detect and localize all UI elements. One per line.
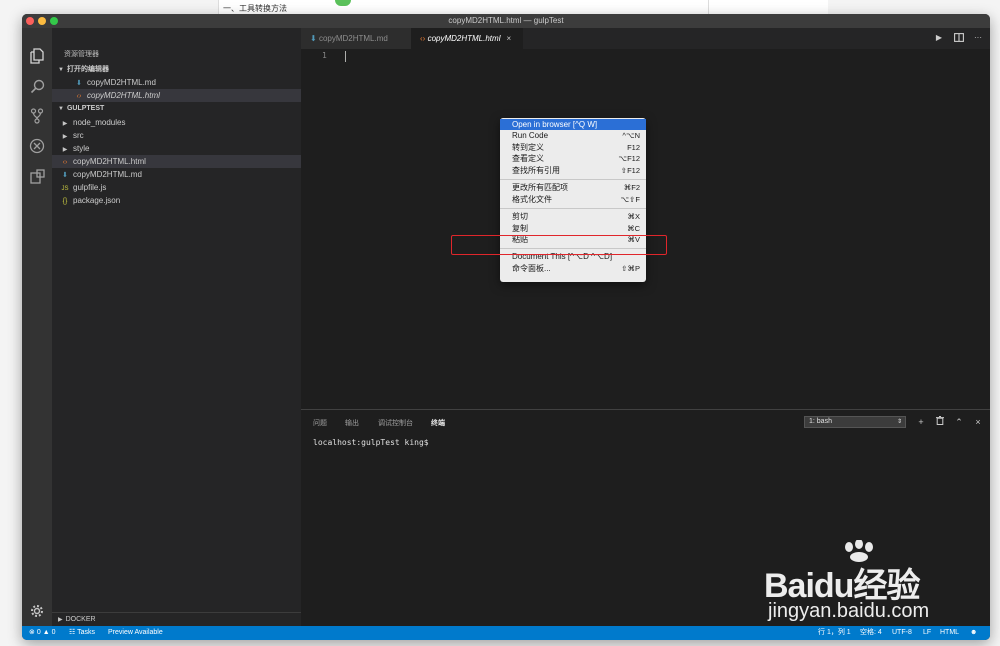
chevron-down-icon: ▼ [58, 67, 64, 73]
chevron-down-icon: ▼ [58, 106, 64, 112]
tree-folder-style[interactable]: ▶ style [52, 142, 301, 155]
more-actions-icon[interactable]: ··· [973, 33, 983, 43]
encoding-status[interactable]: UTF-8 [892, 626, 912, 640]
problems-status[interactable]: ⊗ 0 ▲ 0 [29, 626, 55, 640]
close-panel-icon[interactable]: × [973, 416, 983, 428]
tab-copymd2html-md[interactable]: ⬇ copyMD2HTML.md [301, 28, 411, 49]
feedback-smiley-icon[interactable]: ☻ [970, 626, 977, 640]
menu-item-format-document[interactable]: 格式化文件 ⌥⇧F [500, 194, 646, 205]
language-mode[interactable]: HTML [940, 626, 959, 640]
baidu-watermark: Baidu经验 jingyan.baidu.com [764, 538, 984, 628]
menu-item-run-code[interactable]: Run Code ^⌥N [500, 130, 646, 141]
run-icon[interactable]: ▶ [934, 33, 944, 43]
tab-problems[interactable]: 问题 [313, 418, 327, 428]
terminal-prompt[interactable]: localhost:gulpTest king$ [313, 438, 429, 447]
docker-section-header[interactable]: ▶ DOCKER [52, 612, 301, 626]
tree-file-gulpfile[interactable]: JS gulpfile.js [52, 181, 301, 194]
menu-item-copy[interactable]: 复制 ⌘C [500, 223, 646, 234]
background-document: 一、工具转换方法 [218, 0, 738, 14]
tree-file-md[interactable]: ⬇ copyMD2HTML.md [52, 168, 301, 181]
debug-icon[interactable] [29, 138, 45, 154]
split-editor-icon[interactable] [954, 33, 964, 43]
menu-item-change-all[interactable]: 更改所有匹配项 ⌘F2 [500, 182, 646, 193]
paste-highlight-annotation [451, 235, 667, 255]
text-cursor [345, 51, 346, 62]
git-icon[interactable] [29, 108, 45, 124]
tree-file-package-json[interactable]: {} package.json [52, 194, 301, 207]
tree-file-html[interactable]: ‹› copyMD2HTML.html [52, 155, 301, 168]
eol-status[interactable]: LF [923, 626, 931, 640]
search-icon[interactable] [29, 78, 45, 94]
tab-output[interactable]: 输出 [345, 418, 359, 428]
trash-icon[interactable] [935, 416, 945, 428]
tab-debug-console[interactable]: 调试控制台 [378, 418, 413, 428]
close-icon[interactable]: × [506, 34, 511, 43]
menu-item-command-palette[interactable]: 命令面板... ⇧⌘P [500, 263, 646, 274]
add-terminal-icon[interactable]: + [916, 416, 926, 428]
error-icon: ⊗ [29, 629, 35, 636]
watermark-url: jingyan.baidu.com [768, 600, 930, 622]
menu-separator [500, 178, 646, 180]
chevron-updown-icon: ⇕ [896, 419, 902, 425]
open-editor-item[interactable]: ‹› copyMD2HTML.html [52, 89, 301, 102]
background-badge [335, 0, 351, 6]
menu-item-go-to-definition[interactable]: 转到定义 F12 [500, 142, 646, 153]
md-file-icon: ⬇ [310, 34, 319, 43]
warning-icon: ▲ [42, 629, 50, 636]
files-icon[interactable] [29, 48, 45, 64]
explorer-sidebar: 资源管理器 ▼ 打开的编辑器 ⬇ copyMD2HTML.md ‹› copyMD2H… [52, 28, 301, 626]
title-bar: copyMD2HTML.html — gulpTest [22, 14, 990, 28]
menu-item-find-references[interactable]: 查找所有引用 ⇧F12 [500, 165, 646, 176]
background-doc-text: 一、工具转换方法 [223, 4, 287, 13]
terminal-select[interactable]: 1: bash ⇕ [804, 416, 906, 428]
tree-folder-src[interactable]: ▶ src [52, 129, 301, 142]
project-header[interactable]: ▼ GULPTEST [52, 103, 301, 115]
indentation-status[interactable]: 空格: 4 [860, 626, 882, 640]
open-editors-header[interactable]: ▼ 打开的编辑器 [52, 64, 301, 76]
json-file-icon: {} [62, 198, 68, 205]
background-panel [708, 0, 828, 14]
preview-status[interactable]: Preview Available [108, 626, 163, 640]
menu-separator [500, 207, 646, 209]
window-title: copyMD2HTML.html — gulpTest [448, 16, 564, 25]
html-file-icon: ‹› [76, 93, 82, 100]
menu-item-cut[interactable]: 剪切 ⌘X [500, 211, 646, 222]
context-menu: Open in browser [^Q W] Run Code ^⌥N 转到定义 F… [500, 118, 646, 282]
activity-bar [22, 28, 52, 626]
editor-tabs: ⬇ copyMD2HTML.md ‹› copyMD2HTML.html × ▶ … [301, 28, 990, 49]
menu-item-open-in-browser[interactable]: Open in browser [^Q W] [500, 119, 646, 131]
html-file-icon: ‹› [420, 34, 428, 43]
chevron-up-icon[interactable]: ⌃ [954, 416, 964, 428]
extensions-icon[interactable] [29, 168, 45, 184]
menu-item-peek-definition[interactable]: 查看定义 ⌥F12 [500, 153, 646, 164]
open-editor-item[interactable]: ⬇ copyMD2HTML.md [52, 76, 301, 89]
tasks-status[interactable]: ☷ Tasks [69, 626, 95, 640]
cursor-position[interactable]: 行 1，列 1 [818, 626, 851, 640]
line-number: 1 [322, 51, 327, 60]
tree-folder-node-modules[interactable]: ▶ node_modules [52, 116, 301, 129]
explorer-title: 资源管理器 [64, 51, 99, 58]
tab-terminal[interactable]: 终端 [431, 418, 445, 428]
gear-icon[interactable] [29, 603, 45, 619]
tasks-icon: ☷ [69, 629, 76, 636]
status-bar: ⊗ 0 ▲ 0 ☷ Tasks Preview Available 行 1，列 … [22, 626, 990, 640]
tab-copymd2html-html[interactable]: ‹› copyMD2HTML.html × [411, 28, 523, 49]
